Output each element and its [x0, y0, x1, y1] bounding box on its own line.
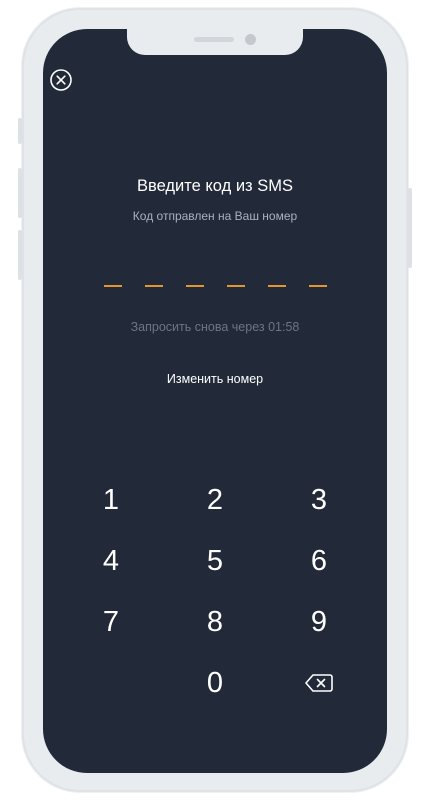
key-1[interactable]: 1	[81, 478, 141, 522]
code-slot-2	[145, 285, 163, 287]
phone-side-button	[18, 118, 22, 144]
key-4[interactable]: 4	[81, 539, 141, 583]
key-8[interactable]: 8	[185, 600, 245, 644]
front-camera	[245, 34, 256, 45]
key-6[interactable]: 6	[289, 539, 349, 583]
page-title: Введите код из SMS	[137, 177, 293, 195]
key-7[interactable]: 7	[81, 600, 141, 644]
page-subtitle: Код отправлен на Ваш номер	[132, 209, 298, 223]
key-9[interactable]: 9	[289, 600, 349, 644]
phone-volume-up-button	[18, 168, 22, 218]
code-slot-3	[186, 285, 204, 287]
phone-volume-down-button	[18, 230, 22, 280]
notch	[127, 29, 303, 55]
sms-code-screen: Введите код из SMS Код отправлен на Ваш …	[43, 29, 387, 773]
backspace-button[interactable]	[289, 661, 349, 705]
code-slot-5	[268, 285, 286, 287]
key-0[interactable]: 0	[185, 661, 245, 705]
phone-power-button	[408, 188, 412, 268]
close-button[interactable]	[50, 69, 72, 91]
key-3[interactable]: 3	[289, 478, 349, 522]
close-icon	[50, 69, 72, 91]
key-2[interactable]: 2	[185, 478, 245, 522]
code-slot-1	[104, 285, 122, 287]
resend-timer: Запросить снова через 01:58	[130, 320, 300, 334]
backspace-icon	[305, 674, 333, 692]
speaker	[194, 37, 234, 42]
code-slot-4	[227, 285, 245, 287]
change-number-link[interactable]: Изменить номер	[43, 372, 387, 386]
key-5[interactable]: 5	[185, 539, 245, 583]
sms-code-input[interactable]	[104, 285, 328, 289]
code-slot-6	[309, 285, 327, 287]
